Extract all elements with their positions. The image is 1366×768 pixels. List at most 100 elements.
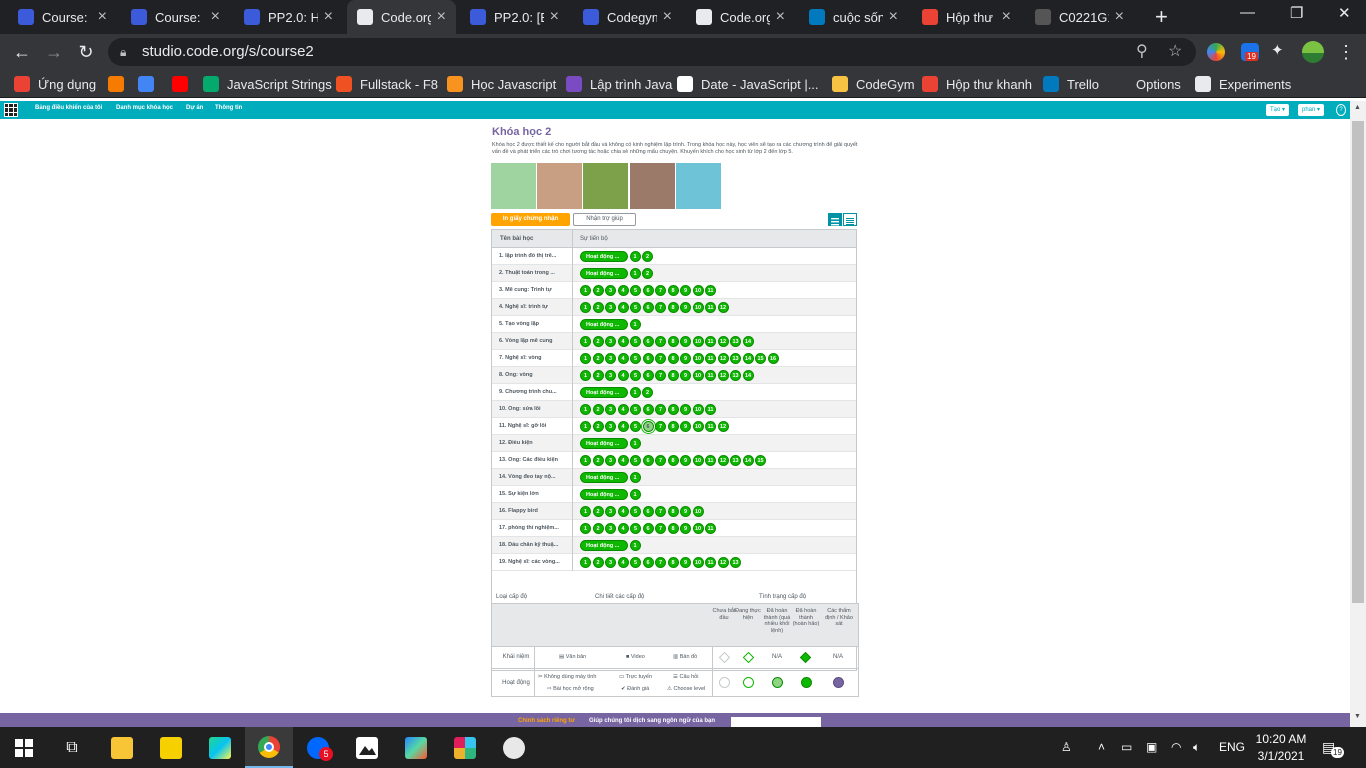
bookmark-item[interactable]: [172, 74, 196, 94]
nav-projects[interactable]: Dự án: [186, 105, 203, 111]
level-bubble[interactable]: 1: [580, 557, 591, 568]
level-bubble[interactable]: 5: [630, 353, 641, 364]
level-bubble[interactable]: 11: [705, 285, 716, 296]
level-bubble[interactable]: 11: [705, 404, 716, 415]
browser-tab[interactable]: PP2.0: [Bà ×: [460, 0, 569, 34]
level-bubble[interactable]: 6: [642, 285, 654, 296]
show-hidden-icons-chevron[interactable]: ˄: [1098, 740, 1105, 754]
activity-pill[interactable]: Hoạt động ...: [580, 268, 628, 279]
level-bubble[interactable]: 10: [692, 523, 704, 534]
browser-tab[interactable]: PP2.0: Họ ×: [234, 0, 343, 34]
level-bubble[interactable]: 2: [592, 557, 604, 568]
extension-drive-icon[interactable]: [1207, 43, 1225, 61]
level-bubble[interactable]: 1: [629, 387, 641, 398]
bookmark-star-icon[interactable]: ☆: [1168, 38, 1182, 66]
level-bubble[interactable]: 12: [717, 557, 729, 568]
level-bubble[interactable]: 8: [667, 353, 679, 364]
lesson-name[interactable]: 14. Vòng đeo tay nộ...: [499, 474, 569, 480]
level-bubble[interactable]: 3: [605, 353, 616, 364]
level-bubble[interactable]: 2: [592, 404, 604, 415]
level-bubble[interactable]: 5: [630, 557, 641, 568]
level-bubble[interactable]: 2: [642, 251, 653, 262]
level-bubble[interactable]: 12: [717, 455, 729, 466]
lesson-name[interactable]: 8. Ong: vòng: [499, 372, 569, 378]
level-bubble[interactable]: 7: [655, 302, 666, 313]
level-bubble[interactable]: 13: [730, 370, 741, 381]
level-bubble[interactable]: 15: [755, 353, 766, 364]
browser-tab[interactable]: Codegym ×: [573, 0, 682, 34]
level-bubble[interactable]: 6: [642, 353, 654, 364]
zoom-search-icon[interactable]: ⚲: [1136, 38, 1148, 66]
browser-tab[interactable]: Course: B ×: [8, 0, 117, 34]
lesson-name[interactable]: 7. Nghệ sĩ: vòng: [499, 355, 569, 361]
level-bubble[interactable]: 6: [642, 506, 654, 517]
level-bubble[interactable]: 2: [592, 336, 604, 347]
level-bubble[interactable]: 1: [580, 285, 591, 296]
lesson-name[interactable]: 15. Sự kiện lớn: [499, 491, 569, 497]
summary-view-toggle[interactable]: [828, 213, 842, 226]
level-bubble[interactable]: 7: [655, 353, 666, 364]
level-bubble[interactable]: 3: [605, 370, 616, 381]
level-bubble[interactable]: 6: [642, 302, 654, 313]
level-bubble[interactable]: 3: [605, 421, 616, 432]
level-bubble[interactable]: 10: [692, 404, 704, 415]
level-bubble[interactable]: 9: [680, 506, 691, 517]
level-bubble[interactable]: 8: [667, 506, 679, 517]
bookmark-item[interactable]: [138, 74, 162, 94]
lesson-name[interactable]: 9. Chương trình chu...: [499, 389, 569, 395]
level-bubble[interactable]: 7: [655, 557, 666, 568]
level-bubble[interactable]: 10: [692, 285, 704, 296]
bookmark-item[interactable]: Hộp thư khanh: [922, 74, 1032, 94]
lesson-name[interactable]: 2. Thuật toán trong ...: [499, 270, 569, 276]
level-bubble[interactable]: 10: [692, 421, 704, 432]
level-bubble[interactable]: 2: [592, 421, 604, 432]
bookmark-item[interactable]: [108, 74, 132, 94]
level-bubble[interactable]: 2: [592, 523, 604, 534]
bookmark-item[interactable]: CodeGym: [832, 74, 915, 94]
level-bubble[interactable]: 4: [617, 285, 629, 296]
level-bubble[interactable]: 13: [730, 455, 741, 466]
level-bubble[interactable]: 1: [580, 302, 591, 313]
user-dropdown[interactable]: phan ▾: [1298, 104, 1325, 116]
level-bubble[interactable]: 12: [717, 421, 729, 432]
nav-about[interactable]: Thông tin: [215, 105, 242, 111]
antivirus-icon[interactable]: ▣: [1146, 740, 1157, 754]
webstorm-button[interactable]: [196, 727, 244, 768]
lesson-name[interactable]: 11. Nghệ sĩ: gỡ lỗi: [499, 423, 569, 429]
level-bubble[interactable]: 8: [667, 455, 679, 466]
menu-kebab-icon[interactable]: ⋮: [1334, 40, 1358, 64]
people-icon[interactable]: ♙: [1061, 740, 1072, 754]
level-bubble[interactable]: 10: [692, 353, 704, 364]
level-bubble[interactable]: 8: [667, 302, 679, 313]
level-bubble[interactable]: 8: [667, 285, 679, 296]
character-thumbnail[interactable]: [491, 163, 536, 209]
level-bubble[interactable]: 9: [680, 421, 691, 432]
level-bubble[interactable]: 1: [629, 540, 641, 551]
level-bubble[interactable]: 13: [730, 336, 741, 347]
photos-button[interactable]: [343, 727, 391, 768]
activity-pill[interactable]: Hoạt động ...: [580, 387, 628, 398]
level-bubble[interactable]: 4: [617, 523, 629, 534]
gates-thumbnail[interactable]: [629, 163, 675, 209]
new-tab-button[interactable]: +: [1155, 4, 1168, 30]
level-bubble[interactable]: 3: [605, 506, 616, 517]
level-bubble[interactable]: 6: [642, 404, 654, 415]
artist-thumbnail[interactable]: [583, 163, 629, 209]
detail-view-toggle[interactable]: [843, 213, 857, 226]
browser-tab[interactable]: Code.org ×: [347, 0, 456, 34]
privacy-policy-link[interactable]: Chính sách riêng tư: [518, 718, 575, 724]
close-window-icon[interactable]: ✕: [1338, 4, 1351, 22]
zalo-button[interactable]: 5: [294, 727, 342, 768]
activity-pill[interactable]: Hoạt động ...: [580, 472, 628, 483]
lesson-name[interactable]: 17. phòng thí nghiệm...: [499, 525, 569, 531]
level-bubble[interactable]: 5: [630, 370, 641, 381]
level-bubble[interactable]: 2: [642, 268, 653, 279]
level-bubble[interactable]: 5: [630, 455, 641, 466]
codeorg-logo-icon[interactable]: [4, 103, 18, 117]
reload-button[interactable]: ↻: [74, 40, 98, 64]
level-bubble[interactable]: 7: [655, 336, 666, 347]
level-bubble[interactable]: 3: [605, 557, 616, 568]
bookmark-item[interactable]: Ứng dụng: [14, 74, 96, 94]
level-bubble[interactable]: 5: [630, 404, 641, 415]
level-bubble[interactable]: 4: [617, 353, 629, 364]
